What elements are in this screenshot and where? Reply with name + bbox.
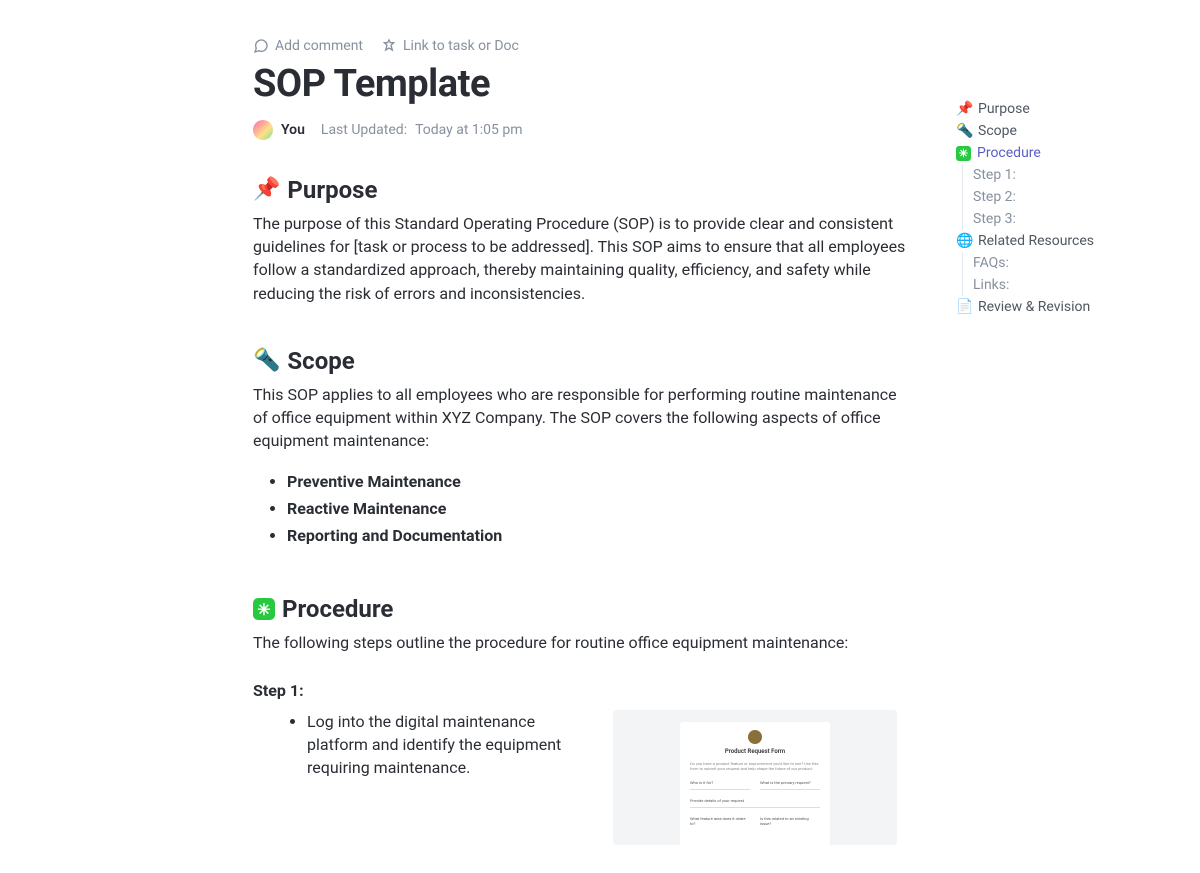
form-desc: Do you have a product feature or improve…	[690, 761, 820, 772]
form-field-label: What feature area does it relate to?	[690, 816, 750, 826]
updated-value: Today at 1:05 pm	[415, 122, 522, 138]
purpose-body: The purpose of this Standard Operating P…	[253, 212, 908, 305]
updated-label: Last Updated:	[321, 122, 407, 138]
pushpin-icon: 📌	[956, 101, 972, 117]
add-comment-button[interactable]: Add comment	[253, 38, 363, 54]
step1-body: Log into the digital maintenance platfor…	[307, 710, 583, 780]
outline-label: Procedure	[977, 145, 1041, 161]
outline-scope[interactable]: 🔦 Scope	[956, 120, 1156, 142]
pushpin-icon: 📌	[253, 179, 280, 201]
comment-icon	[253, 38, 269, 54]
form-field-label: Provide details of your request	[690, 798, 820, 803]
outline-step2[interactable]: Step 2:	[973, 186, 1156, 208]
purpose-heading-text: Purpose	[287, 176, 377, 204]
scope-bullets: Preventive Maintenance Reactive Maintena…	[253, 472, 908, 545]
list-item: Reporting and Documentation	[287, 526, 908, 545]
procedure-intro: The following steps outline the procedur…	[253, 631, 908, 654]
add-comment-label: Add comment	[275, 38, 363, 54]
link-icon	[381, 38, 397, 54]
section-heading-procedure: ✳ Procedure	[253, 595, 908, 623]
flashlight-icon: 🔦	[956, 123, 972, 139]
outline-links[interactable]: Links:	[973, 274, 1156, 296]
step1-heading: Step 1:	[253, 681, 908, 700]
list-item: Reactive Maintenance	[287, 499, 908, 518]
asterisk-icon: ✳	[956, 146, 971, 161]
outline-label: Scope	[978, 123, 1017, 139]
outline-label: Step 3:	[973, 211, 1016, 227]
form-field-label: What is the primary request?	[760, 780, 820, 785]
outline-faqs[interactable]: FAQs:	[973, 252, 1156, 274]
asterisk-icon: ✳	[253, 598, 275, 620]
outline-purpose[interactable]: 📌 Purpose	[956, 98, 1156, 120]
avatar	[253, 120, 273, 140]
outline-procedure[interactable]: ✳ Procedure	[956, 142, 1156, 164]
form-field-label: Who is it for?	[690, 780, 750, 785]
outline-label: Step 2:	[973, 189, 1016, 205]
globe-icon: 🌐	[956, 233, 972, 249]
form-thumbnail[interactable]: Product Request Form Do you have a produ…	[613, 710, 897, 845]
outline-label: Review & Revision	[978, 299, 1090, 315]
outline-related-subs: FAQs: Links:	[962, 252, 1156, 296]
procedure-heading-text: Procedure	[282, 595, 393, 623]
outline-sidebar: 📌 Purpose 🔦 Scope ✳ Procedure Step 1: St…	[956, 98, 1156, 318]
form-avatar-icon	[748, 730, 762, 744]
document-main: Add comment Link to task or Doc SOP Temp…	[253, 38, 908, 845]
outline-label: FAQs:	[973, 255, 1009, 271]
author-name: You	[281, 122, 305, 138]
outline-review[interactable]: 📄 Review & Revision	[956, 296, 1156, 318]
section-heading-scope: 🔦 Scope	[253, 347, 908, 375]
form-title: Product Request Form	[690, 748, 820, 755]
outline-label: Related Resources	[978, 233, 1094, 249]
page-title: SOP Template	[253, 62, 908, 106]
link-task-button[interactable]: Link to task or Doc	[381, 38, 519, 54]
scope-body: This SOP applies to all employees who ar…	[253, 383, 908, 453]
link-task-label: Link to task or Doc	[403, 38, 519, 54]
outline-related[interactable]: 🌐 Related Resources	[956, 230, 1156, 252]
outline-label: Step 1:	[973, 167, 1016, 183]
outline-label: Purpose	[978, 101, 1030, 117]
outline-step1[interactable]: Step 1:	[973, 164, 1156, 186]
flashlight-icon: 🔦	[253, 350, 280, 372]
outline-procedure-subs: Step 1: Step 2: Step 3:	[962, 164, 1156, 230]
form-field-label: Is this related to an existing issue?	[760, 816, 820, 826]
page-icon: 📄	[956, 299, 972, 315]
outline-step3[interactable]: Step 3:	[973, 208, 1156, 230]
outline-label: Links:	[973, 277, 1009, 293]
meta-row: You Last Updated: Today at 1:05 pm	[253, 120, 908, 140]
list-item: Preventive Maintenance	[287, 472, 908, 491]
doc-toolbar: Add comment Link to task or Doc	[253, 38, 908, 54]
scope-heading-text: Scope	[287, 347, 354, 375]
form-preview: Product Request Form Do you have a produ…	[680, 722, 830, 856]
step1-row: Log into the digital maintenance platfor…	[253, 710, 908, 845]
step1-list: Log into the digital maintenance platfor…	[253, 710, 583, 780]
section-heading-purpose: 📌 Purpose	[253, 176, 908, 204]
